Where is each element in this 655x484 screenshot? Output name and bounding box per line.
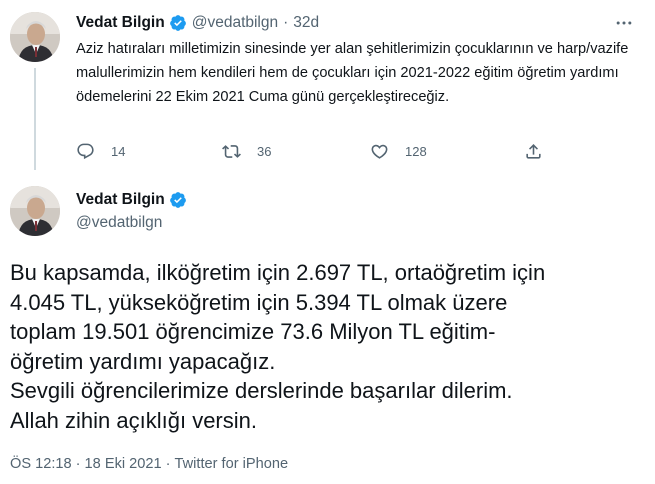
tweet-time[interactable]: 32d [293,14,319,32]
like-count: 128 [405,143,427,159]
author-name[interactable]: Vedat Bilgin [76,191,165,209]
share-button[interactable] [524,140,543,162]
verified-badge-icon [169,15,186,31]
avatar[interactable] [10,186,60,236]
tweet-text-line: 4.045 TL, yükseköğretim için 5.394 TL ol… [10,289,508,315]
tweet-source[interactable]: Twitter for iPhone [175,456,289,472]
reply-count: 14 [111,143,126,159]
tweet-timestamp[interactable]: ÖS 12:18 [10,456,72,472]
retweet-count: 36 [257,143,272,159]
more-icon [616,21,632,25]
share-icon [526,143,541,159]
separator: · [283,14,289,31]
more-options-button[interactable] [612,12,636,34]
heart-icon [371,144,388,159]
tweet-text-line: toplam 19.501 öğrencimize 73.6 Milyon TL… [10,319,496,344]
author-handle[interactable]: @vedatbilgn [192,14,278,32]
retweet-icon [222,144,241,158]
reply-button[interactable]: 14 [76,140,125,162]
tweet-text-line: öğretim yardımı yapacağız. [10,348,276,374]
tweet-header: Vedat Bilgin @vedatbilgn · 32d [76,12,319,34]
separator: · [165,456,171,472]
tweet-text-line: Bu kapsamda, ilköğretim için 2.697 TL, o… [10,260,546,285]
avatar[interactable] [10,12,60,62]
thread-line [34,68,36,170]
reply-icon [77,143,94,159]
tweet-actions: 14 36 128 [76,140,556,162]
author-handle[interactable]: @vedatbilgn [76,214,162,232]
like-button[interactable]: 128 [370,140,427,162]
tweet-date[interactable]: 18 Eki 2021 [85,456,162,472]
author-name[interactable]: Vedat Bilgin [76,14,165,32]
tweet-text: Bu kapsamda, ilköğretim için 2.697 TL, o… [10,258,650,435]
tweet-text-line: Allah zihin açıklığı versin. [10,407,257,433]
separator: · [75,456,81,472]
verified-badge-icon [169,192,186,208]
tweet-text-line: Sevgili öğrencilerimize derslerinde başa… [10,378,513,403]
author-name-row: Vedat Bilgin [76,190,187,210]
tweet-text: Aziz hatıraları milletimizin sinesinde y… [76,41,629,105]
tweet-meta: ÖS 12:18 · 18 Eki 2021 · Twitter for iPhone [10,456,288,472]
retweet-button[interactable]: 36 [222,140,271,162]
